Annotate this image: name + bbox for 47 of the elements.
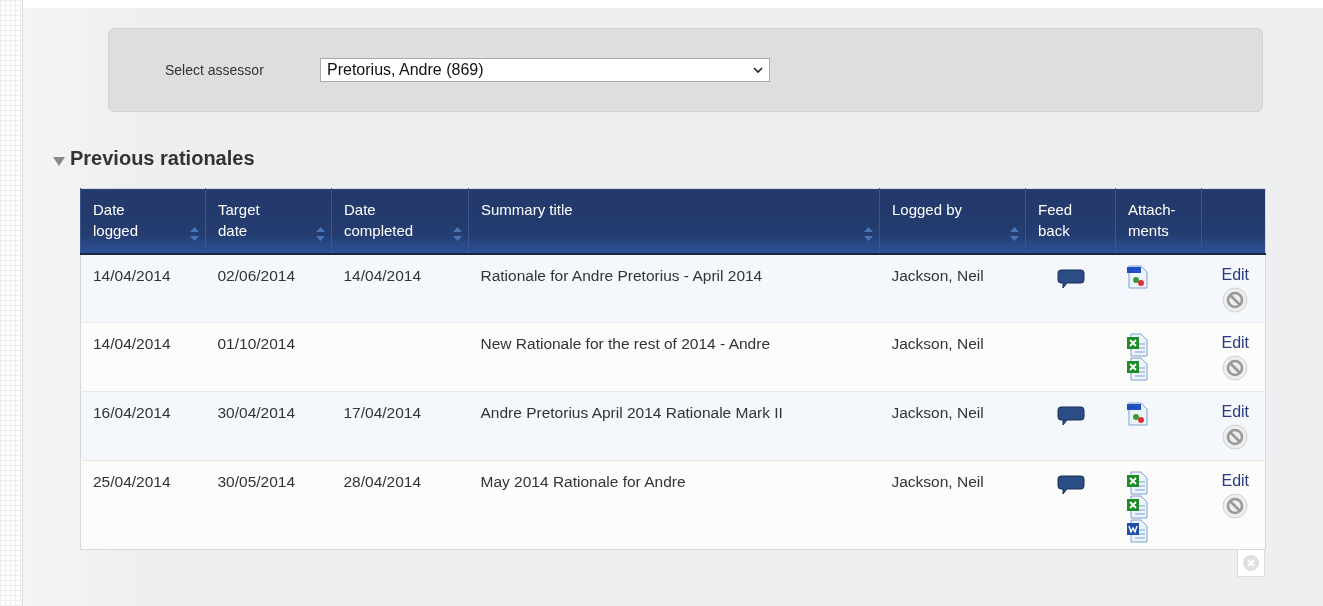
table-cell: 17/04/2014	[343, 404, 422, 421]
table-cell: 14/04/2014	[93, 335, 171, 352]
document-file-icon[interactable]	[1125, 519, 1148, 543]
table-cell: New Rationale for the rest of 2014 - Andre	[480, 335, 770, 352]
column-header[interactable]: Date logged	[80, 188, 206, 254]
table-cell: Jackson, Neil	[891, 404, 984, 421]
spreadsheet-file-icon[interactable]	[1125, 357, 1148, 381]
speech-bubble-icon[interactable]	[1056, 268, 1085, 289]
spreadsheet-file-icon[interactable]	[1125, 333, 1148, 357]
speech-bubble-icon[interactable]	[1056, 475, 1085, 495]
assessor-label: Select assessor	[165, 62, 265, 78]
sort-icon[interactable]	[1010, 226, 1019, 241]
table-cell: Jackson, Neil	[891, 266, 984, 284]
image-file-icon[interactable]	[1125, 402, 1148, 426]
assessor-select[interactable]: Pretorius, Andre (869)	[320, 58, 770, 82]
collapse-triangle-icon[interactable]	[53, 156, 65, 166]
column-header: Attach- ments	[1115, 188, 1202, 254]
spreadsheet-file-icon[interactable]	[1125, 495, 1148, 519]
table-cell: 30/04/2014	[217, 404, 296, 421]
table-cell: May 2014 Rationale for Andre	[480, 473, 686, 490]
sort-icon[interactable]	[190, 226, 199, 241]
table-cell: 02/06/2014	[217, 266, 296, 284]
table-cell: 16/04/2014	[93, 404, 171, 421]
table-cell: 01/10/2014	[217, 335, 296, 352]
table-cell: Jackson, Neil	[891, 335, 984, 352]
section-title: Previous rationales	[70, 146, 255, 170]
table-cell: 30/05/2014	[217, 473, 296, 490]
column-header[interactable]: Date completed	[331, 188, 469, 254]
column-header[interactable]: Target date	[205, 188, 332, 254]
table-cell: Rationale for Andre Pretorius - April 2014	[480, 266, 763, 284]
table-cell: Andre Pretorius April 2014 Rationale Mark II	[480, 404, 783, 421]
sort-icon[interactable]	[316, 226, 325, 241]
table-cell: Jackson, Neil	[891, 473, 984, 490]
table-cell: 25/04/2014	[93, 473, 171, 490]
image-file-icon[interactable]	[1125, 264, 1148, 289]
chevron-icon	[753, 66, 763, 74]
table-cell: 14/04/2014	[343, 266, 422, 284]
spreadsheet-file-icon[interactable]	[1125, 471, 1148, 495]
column-header[interactable]: Summary title	[468, 188, 880, 254]
column-header[interactable]: Logged by	[879, 188, 1026, 254]
sort-icon[interactable]	[453, 226, 462, 241]
column-header: Feed back	[1025, 188, 1116, 254]
speech-bubble-icon[interactable]	[1056, 406, 1085, 426]
table-cell: 14/04/2014	[93, 266, 171, 284]
table-cell: 28/04/2014	[343, 473, 422, 490]
sort-icon[interactable]	[864, 226, 873, 241]
edit-link[interactable]: Edit	[1205, 472, 1265, 490]
